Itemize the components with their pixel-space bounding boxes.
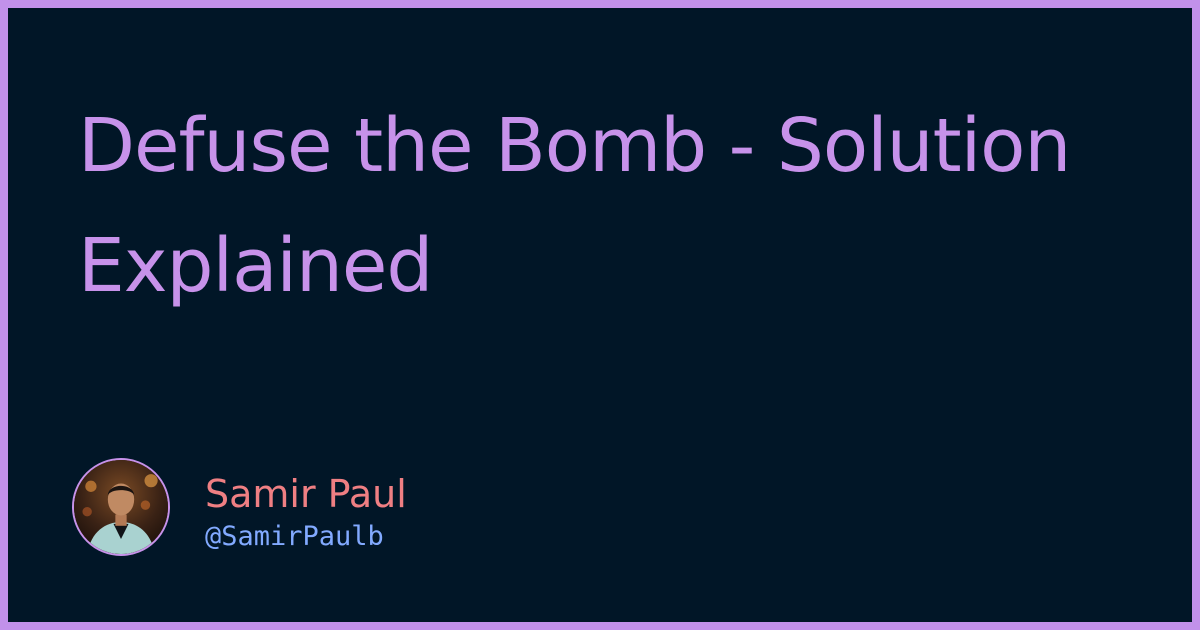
author-photo-icon (74, 460, 168, 554)
article-title: Defuse the Bomb - Solution Explained (78, 103, 1071, 309)
author-handle: @SamirPaulb (205, 521, 384, 552)
author-block: Samir Paul @SamirPaulb (72, 458, 672, 562)
share-card: Defuse the Bomb - Solution Explained Sam… (0, 0, 1200, 630)
author-name: Samir Paul (205, 472, 407, 516)
author-avatar (72, 458, 170, 556)
